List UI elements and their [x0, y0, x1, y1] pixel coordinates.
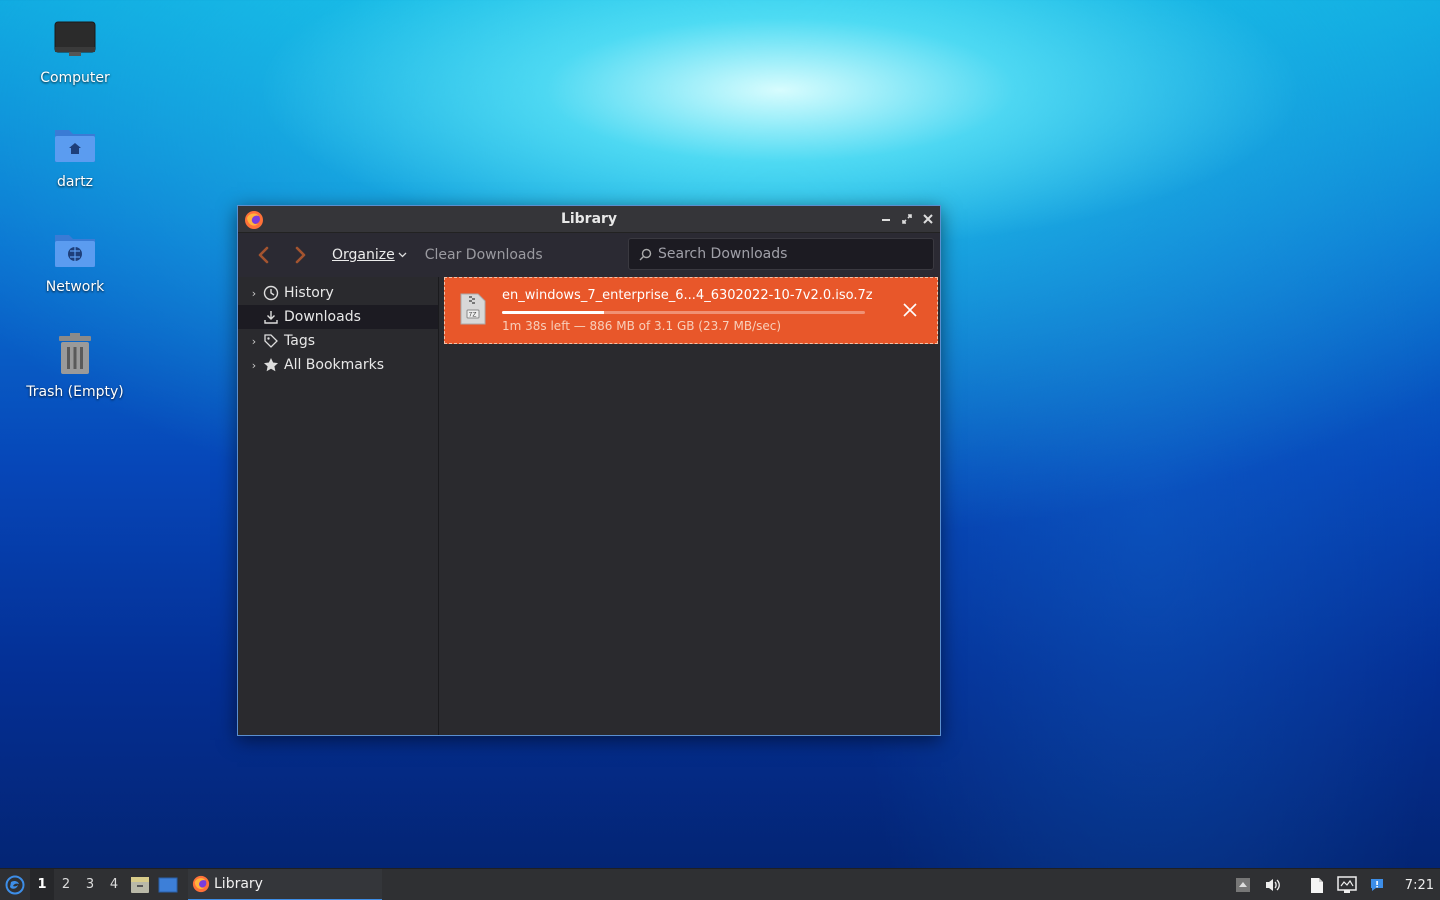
- volume-button[interactable]: [1263, 875, 1283, 895]
- sidebar-item-tags[interactable]: › Tags: [238, 329, 438, 353]
- sidebar-item-label: Downloads: [284, 309, 361, 325]
- library-toolbar: Organize Clear Downloads: [238, 233, 940, 277]
- firefox-icon: [244, 210, 264, 234]
- desktop-icon-label: Trash (Empty): [26, 384, 124, 400]
- network-monitor-icon: [1337, 876, 1357, 893]
- trash-icon: [51, 330, 99, 378]
- close-icon: [922, 213, 933, 224]
- desktop-icon: [158, 877, 178, 892]
- search-box[interactable]: [628, 238, 934, 270]
- distro-logo-icon: [5, 875, 25, 894]
- sidebar-item-label: All Bookmarks: [284, 357, 385, 373]
- library-sidebar: › History Downloads › Tags › All Bookmar…: [238, 277, 439, 735]
- svg-text:7Z: 7Z: [469, 312, 477, 319]
- close-button[interactable]: [921, 212, 934, 225]
- clipboard-icon: [1310, 878, 1323, 893]
- downloads-list: 7Z en_windows_7_enterprise_6...4_6302022…: [439, 277, 940, 735]
- maximize-button[interactable]: [900, 212, 913, 225]
- minimize-button[interactable]: [879, 212, 892, 225]
- sidebar-item-label: History: [284, 285, 334, 301]
- clipboard-button[interactable]: [1307, 875, 1327, 895]
- sidebar-item-downloads[interactable]: Downloads: [238, 305, 438, 329]
- system-tray: 7:21: [1233, 869, 1440, 900]
- expand-chevron-icon[interactable]: ›: [246, 335, 262, 348]
- home-folder-icon: [51, 120, 99, 168]
- organize-label: Organize: [332, 247, 395, 263]
- cancel-download-button[interactable]: [901, 301, 919, 319]
- back-arrow-icon: [258, 246, 269, 264]
- workspace-1-button[interactable]: 1: [30, 868, 54, 900]
- clock[interactable]: 7:21: [1405, 878, 1434, 893]
- library-window: Library Organize Clear Downloads Search …: [237, 205, 941, 736]
- search-icon: [639, 248, 652, 260]
- volume-icon: [1265, 879, 1280, 891]
- close-icon: [903, 303, 917, 317]
- desktop-icon-computer[interactable]: Computer: [15, 16, 135, 86]
- sidebar-item-history[interactable]: › History: [238, 281, 438, 305]
- start-menu-button[interactable]: [0, 869, 30, 900]
- desktop-icon-label: Computer: [40, 70, 110, 86]
- search-input[interactable]: [658, 246, 918, 262]
- workspace-4-button[interactable]: 4: [102, 869, 126, 900]
- file-cabinet-icon: [131, 876, 149, 893]
- maximize-icon: [901, 213, 912, 224]
- tag-icon: [262, 332, 280, 350]
- sidebar-item-label: Tags: [284, 333, 315, 349]
- file-manager-launcher[interactable]: [126, 869, 154, 900]
- minimize-icon: [881, 218, 890, 221]
- network-folder-icon: [51, 225, 99, 273]
- notification-icon: [1370, 879, 1383, 891]
- download-progress-fill: [502, 311, 604, 314]
- forward-arrow-icon: [295, 246, 306, 264]
- workspace-3-button[interactable]: 3: [78, 869, 102, 900]
- show-desktop-button[interactable]: [154, 869, 182, 900]
- taskbar-item-library[interactable]: Library: [188, 868, 382, 900]
- expand-chevron-icon[interactable]: ›: [246, 359, 262, 372]
- desktop-icon-network[interactable]: Network: [15, 225, 135, 295]
- download-status: 1m 38s left — 886 MB of 3.1 GB (23.7 MB/…: [502, 319, 782, 333]
- chevron-down-icon: [398, 252, 407, 258]
- forward-button[interactable]: [282, 240, 318, 270]
- download-item[interactable]: 7Z en_windows_7_enterprise_6...4_6302022…: [444, 277, 938, 344]
- desktop-icon-label: Network: [45, 279, 105, 295]
- star-icon: [262, 356, 280, 374]
- taskbar-item-label: Library: [214, 875, 263, 892]
- tray-eject-button[interactable]: [1233, 875, 1253, 895]
- organize-menu-button[interactable]: Organize: [332, 247, 407, 263]
- monitor-icon: [51, 16, 99, 64]
- eject-icon: [1235, 878, 1250, 892]
- archive-file-icon: 7Z: [460, 293, 486, 329]
- taskbar: 1 2 3 4 Library 7:21: [0, 868, 1440, 900]
- download-filename: en_windows_7_enterprise_6...4_6302022-10…: [502, 288, 873, 303]
- clear-downloads-button[interactable]: Clear Downloads: [425, 247, 543, 263]
- expand-chevron-icon[interactable]: ›: [246, 287, 262, 300]
- window-title: Library: [560, 211, 618, 227]
- back-button[interactable]: [246, 240, 282, 270]
- clock-icon: [262, 284, 280, 302]
- desktop-icon-trash[interactable]: Trash (Empty): [15, 330, 135, 400]
- network-status-button[interactable]: [1337, 875, 1357, 895]
- firefox-icon: [192, 875, 210, 892]
- workspace-2-button[interactable]: 2: [54, 869, 78, 900]
- notification-button[interactable]: [1367, 875, 1387, 895]
- download-icon: [262, 308, 280, 326]
- download-progress-bar: [502, 311, 865, 314]
- desktop-icon-label: dartz: [56, 174, 94, 190]
- desktop-icon-home-folder[interactable]: dartz: [15, 120, 135, 190]
- window-titlebar[interactable]: Library: [238, 206, 940, 233]
- sidebar-item-all-bookmarks[interactable]: › All Bookmarks: [238, 353, 438, 377]
